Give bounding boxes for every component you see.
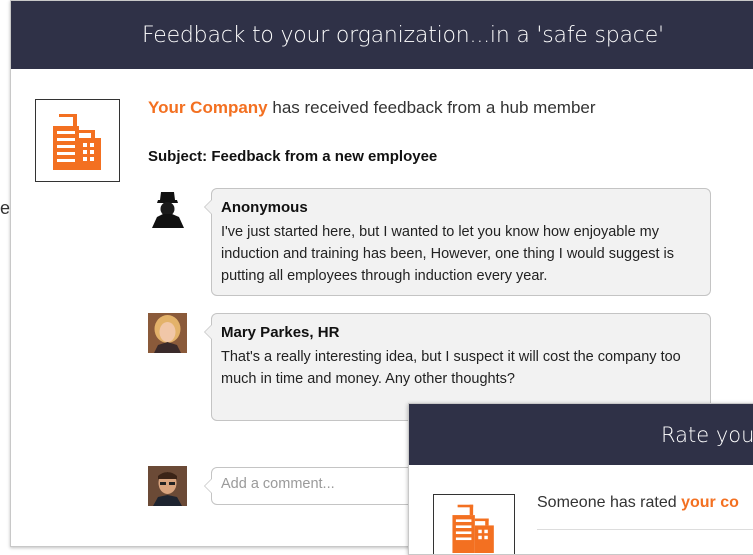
feedback-subject: Subject: Feedback from a new employee [148, 148, 438, 165]
building-icon [52, 113, 101, 170]
rating-card: Rate your Someone has rated your co [408, 403, 753, 555]
stray-text: e [0, 198, 11, 218]
feedback-headline: Your Company has received feedback from … [148, 98, 596, 118]
company-link[interactable]: Your Company [148, 98, 268, 117]
comment-author: Mary Parkes, HR [221, 324, 340, 341]
divider [537, 529, 753, 530]
rating-text-prefix: Someone has rated [537, 494, 682, 511]
card-header: Feedback to your organization...in a 'sa… [11, 1, 753, 69]
current-user-avatar [148, 466, 187, 506]
anonymous-avatar [148, 188, 187, 228]
company-link[interactable]: your co [681, 494, 739, 511]
headline-text: has received feedback from a hub member [267, 98, 596, 117]
company-logo [433, 494, 515, 554]
comment-text: I've just started here, but I wanted to … [221, 224, 675, 284]
user-avatar [148, 313, 187, 353]
building-icon [452, 504, 494, 553]
comment-bubble: Anonymous I've just started here, but I … [204, 188, 711, 296]
comment-text: That's a really interesting idea, but I … [221, 349, 681, 387]
rating-text: Someone has rated your co [537, 494, 739, 512]
rating-card-title: Rate your [661, 422, 753, 447]
comment-author: Anonymous [221, 199, 308, 216]
company-logo [35, 99, 120, 182]
rating-card-header: Rate your [409, 404, 753, 465]
comment-placeholder: Add a comment... [221, 476, 335, 492]
card-title: Feedback to your organization...in a 'sa… [142, 22, 664, 48]
